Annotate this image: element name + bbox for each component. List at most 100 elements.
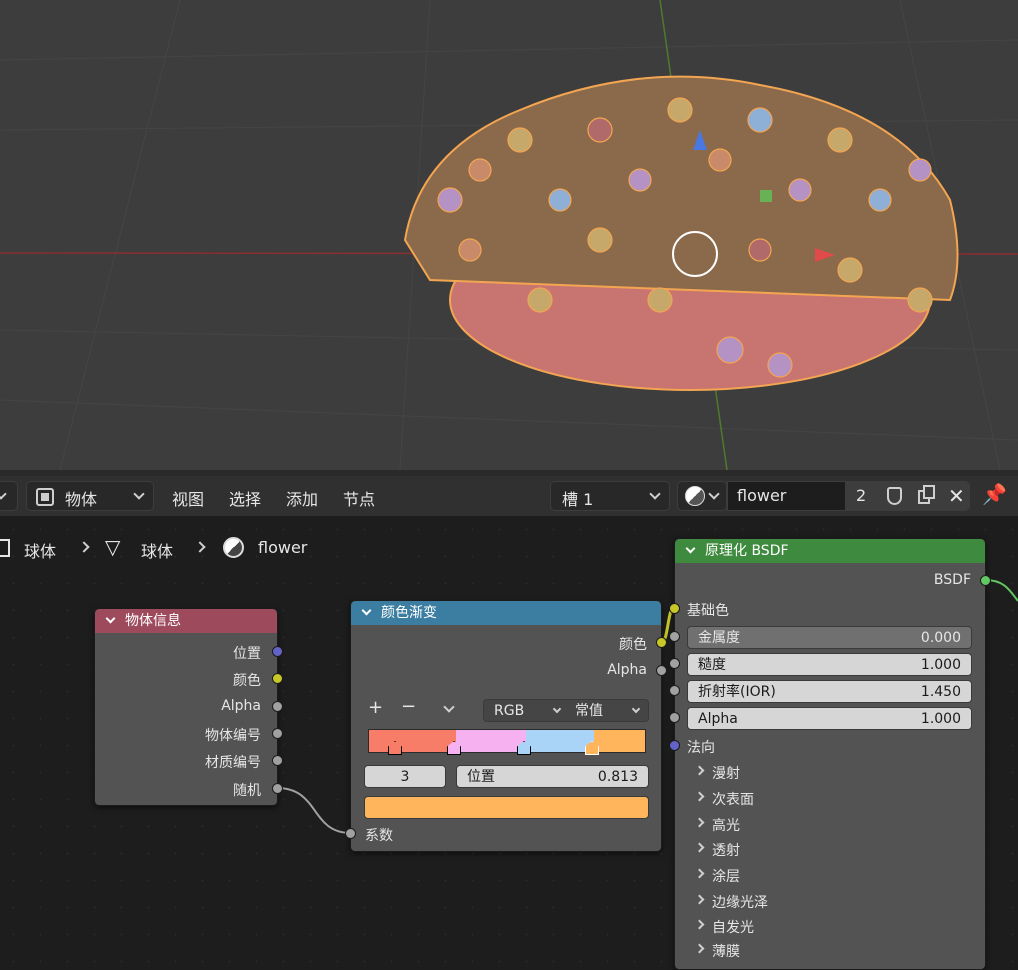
chevron-right-icon <box>694 943 705 954</box>
stop-position-field[interactable]: 位置 0.813 <box>456 765 649 788</box>
interpolation-dropdown[interactable]: 常值 <box>575 700 603 723</box>
field-value: 1.000 <box>920 711 961 727</box>
panel-emission[interactable]: 自发光 <box>694 917 754 937</box>
mode-label: 物体 <box>65 490 98 509</box>
user-count-button[interactable]: 2 <box>846 481 878 511</box>
link-random-to-factor <box>276 787 352 834</box>
socket-roughness[interactable] <box>669 658 680 669</box>
ramp-segment <box>369 730 456 752</box>
socket-color[interactable] <box>272 673 283 684</box>
duplicate-material-button[interactable] <box>910 481 942 511</box>
color-ramp-header[interactable]: 颜色渐变 <box>351 601 661 625</box>
panel-sheen[interactable]: 边缘光泽 <box>694 892 768 912</box>
color-mode-dropdown[interactable]: RGB <box>494 700 524 723</box>
user-count: 2 <box>856 486 867 505</box>
metallic-field[interactable]: 金属度 0.000 <box>687 626 972 649</box>
socket-base-color[interactable] <box>669 603 680 614</box>
output-object-index: 物体编号 <box>205 728 261 744</box>
field-label: 金属度 <box>698 630 740 646</box>
chevron-right-icon <box>694 791 705 802</box>
socket-material-index[interactable] <box>272 755 283 766</box>
ior-field[interactable]: 折射率(IOR) 1.450 <box>687 680 972 703</box>
active-stop-index-field[interactable]: 3 <box>364 765 446 788</box>
menu-node[interactable]: 节点 <box>343 486 375 510</box>
panel-diffuse[interactable]: 漫射 <box>694 763 740 783</box>
socket-bsdf[interactable] <box>980 575 991 586</box>
panel-thin-film[interactable]: 薄膜 <box>694 941 740 961</box>
node-title: 颜色渐变 <box>381 605 437 621</box>
output-color: 颜色 <box>233 673 261 689</box>
ramp-segment <box>526 730 594 752</box>
menu-select[interactable]: 选择 <box>229 486 261 510</box>
y-gizmo-handle <box>760 190 772 202</box>
socket-alpha[interactable] <box>669 712 680 723</box>
output-material-index: 材质编号 <box>205 755 261 771</box>
socket-object-index[interactable] <box>272 728 283 739</box>
object-info-header[interactable]: 物体信息 <box>95 609 277 633</box>
chevron-down-icon <box>361 605 372 616</box>
object-info-node[interactable]: 物体信息 位置 颜色 Alpha 物体编号 材质编号 随机 <box>94 608 283 806</box>
output-random: 随机 <box>233 783 261 799</box>
unlink-material-button[interactable]: ✕ <box>942 481 970 511</box>
socket-color[interactable] <box>656 637 667 648</box>
socket-alpha[interactable] <box>272 701 283 712</box>
input-normal: 法向 <box>687 740 715 756</box>
stop-index-value: 3 <box>400 769 410 785</box>
color-ramp-node[interactable]: 颜色渐变 颜色 Alpha + − RGB 常值 3 位置 0.813 系数 <box>345 600 667 852</box>
socket-normal[interactable] <box>669 740 680 751</box>
material-sphere-icon <box>685 486 705 506</box>
field-label: Alpha <box>698 711 738 727</box>
socket-ior[interactable] <box>669 685 680 696</box>
menu-view[interactable]: 视图 <box>172 486 204 510</box>
socket-alpha[interactable] <box>656 665 667 676</box>
node-editor-canvas[interactable]: 球体 ▽ 球体 flower 物体信息 位置 颜色 Alpha 物体编号 材质编… <box>0 516 1018 970</box>
color-ramp-bar[interactable] <box>368 729 646 753</box>
roughness-field[interactable]: 糙度 1.000 <box>687 653 972 676</box>
output-location: 位置 <box>233 646 261 662</box>
editor-type-dropdown[interactable] <box>0 481 18 511</box>
chevron-down-icon <box>552 704 562 714</box>
material-browse-button[interactable] <box>677 481 727 511</box>
chevron-right-icon <box>694 894 705 905</box>
panel-transmission[interactable]: 透射 <box>694 840 740 860</box>
chevron-down-icon <box>708 488 720 500</box>
chevron-down-icon <box>685 543 696 554</box>
close-icon: ✕ <box>948 484 965 508</box>
chevron-down-icon <box>105 613 116 624</box>
menu-add[interactable]: 添加 <box>286 486 318 510</box>
mode-dropdown[interactable]: 物体 <box>26 481 154 511</box>
panel-coat[interactable]: 涂层 <box>694 866 740 886</box>
alpha-field[interactable]: Alpha 1.000 <box>687 707 972 730</box>
remove-stop-button[interactable]: − <box>401 696 416 717</box>
3d-viewport[interactable] <box>0 0 1018 470</box>
node-title: 物体信息 <box>125 613 181 629</box>
fake-user-button[interactable] <box>878 481 910 511</box>
node-title: 原理化 BSDF <box>705 543 789 559</box>
bsdf-header[interactable]: 原理化 BSDF <box>675 539 985 563</box>
panel-specular[interactable]: 高光 <box>694 815 740 835</box>
add-stop-button[interactable]: + <box>368 697 383 718</box>
principled-bsdf-node[interactable]: 原理化 BSDF BSDF 基础色 金属度 0.000 糙度 1.000 折射率… <box>669 538 991 970</box>
field-value: 1.000 <box>920 657 961 673</box>
field-label: 糙度 <box>698 657 726 673</box>
viewport-scene <box>0 0 1018 470</box>
input-base-color: 基础色 <box>687 603 729 619</box>
pin-icon[interactable]: 📌 <box>982 482 1007 506</box>
ramp-menu-chevron-icon[interactable] <box>443 701 455 713</box>
material-name: flower <box>737 486 787 505</box>
panel-subsurface[interactable]: 次表面 <box>694 789 754 809</box>
socket-random[interactable] <box>272 783 283 794</box>
position-value: 0.813 <box>597 769 638 785</box>
output-alpha: Alpha <box>221 698 261 714</box>
material-name-field[interactable]: flower <box>727 481 846 511</box>
output-bsdf: BSDF <box>933 572 971 588</box>
socket-factor[interactable] <box>345 828 356 839</box>
ramp-segment <box>594 730 645 752</box>
socket-metallic[interactable] <box>669 631 680 642</box>
stop-color-swatch[interactable] <box>364 796 649 819</box>
slot-dropdown[interactable]: 槽 1 <box>550 481 670 511</box>
position-label: 位置 <box>467 769 495 785</box>
chevron-down-icon <box>649 488 661 500</box>
ramp-segment <box>456 730 526 752</box>
socket-location[interactable] <box>272 646 283 657</box>
